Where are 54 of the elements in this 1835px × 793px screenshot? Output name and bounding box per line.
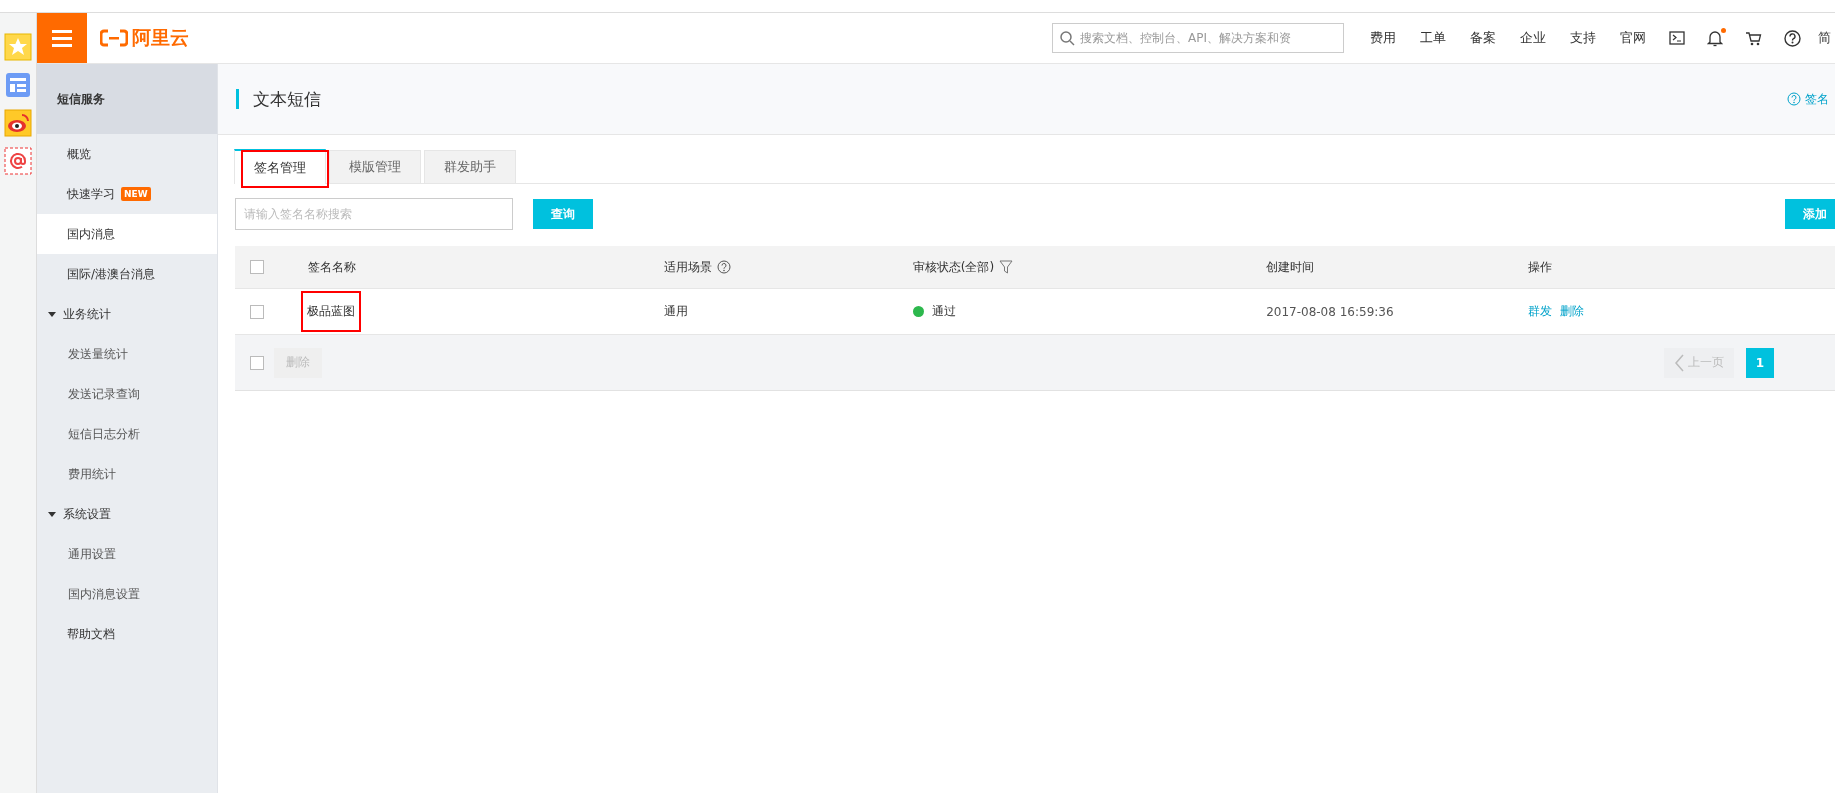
sidebar-item[interactable]: 发送量统计 (37, 334, 217, 374)
sidebar-item[interactable]: 概览 (37, 134, 217, 174)
checkbox[interactable] (250, 260, 264, 274)
title-accent-bar (236, 89, 239, 109)
sidebar-item[interactable]: 国内消息设置 (37, 574, 217, 614)
sidebar-item[interactable]: 帮助文档 (37, 614, 217, 654)
tab[interactable]: 群发助手 (424, 150, 516, 183)
sidebar-item[interactable]: 快速学习 NEW (37, 174, 217, 214)
search-field[interactable]: 搜索文档、控制台、API、解决方案和资 (1052, 23, 1344, 53)
nav-link[interactable]: 费用 (1358, 29, 1408, 47)
eye-icon[interactable] (4, 109, 32, 137)
nav-link[interactable]: 工单 (1408, 29, 1458, 47)
chevron-left-icon (1674, 353, 1684, 372)
column-header: 操作 (1528, 258, 1553, 276)
checkbox[interactable] (250, 304, 264, 319)
menu-icon (52, 29, 72, 47)
sidebar-item[interactable]: 费用统计 (37, 454, 217, 494)
terminal-icon[interactable] (1669, 31, 1685, 45)
mail-icon[interactable] (4, 147, 32, 175)
logo-icon[interactable] (100, 29, 128, 47)
sidebar-item[interactable]: 国内消息 (37, 214, 217, 254)
sidebar-item[interactable]: 短信日志分析 (37, 414, 217, 454)
page-title: 文本短信 (253, 87, 321, 111)
nav-link[interactable]: 企业 (1508, 29, 1558, 47)
nav-link[interactable]: 支持 (1558, 29, 1608, 47)
filter-icon[interactable] (999, 260, 1014, 274)
table-cell: 极品蓝图 (302, 293, 359, 330)
column-header: 适用场景 (663, 258, 712, 276)
column-header: 签名名称 (307, 258, 356, 276)
sidebar-item[interactable]: 国际/港澳台消息 (37, 254, 217, 294)
sidebar-item[interactable]: 系统设置 (37, 494, 217, 534)
search-icon (1060, 31, 1075, 46)
search-field[interactable]: 请输入签名名称搜索 (235, 198, 513, 230)
cart-icon[interactable] (1745, 30, 1762, 46)
nav-link[interactable]: 备案 (1458, 29, 1508, 47)
column-header: 审核状态(全部) (912, 258, 995, 276)
nav-link[interactable]: 官网 (1608, 29, 1658, 47)
column-header: 创建时间 (1266, 258, 1315, 276)
sidebar-item[interactable]: 业务统计 (37, 294, 217, 334)
help-icon[interactable] (1784, 29, 1801, 47)
sidebar-item[interactable]: 通用设置 (37, 534, 217, 574)
checkbox[interactable] (250, 355, 264, 370)
news-icon[interactable] (4, 71, 32, 99)
sidebar-title: 短信服务 (57, 90, 105, 108)
nav-link[interactable]: 简 (1818, 29, 1831, 47)
bell-icon[interactable] (1707, 29, 1723, 47)
menu-button[interactable] (37, 13, 87, 63)
status-text: 通过 (931, 303, 956, 320)
tab[interactable]: 模版管理 (329, 150, 421, 183)
new-badge: NEW (121, 187, 151, 201)
help-icon (1787, 92, 1801, 106)
table-cell: 通用 (663, 304, 688, 318)
sidebar-item[interactable]: 发送记录查询 (37, 374, 217, 414)
table-cell: 2017-08-08 16:59:36 (1266, 304, 1394, 319)
